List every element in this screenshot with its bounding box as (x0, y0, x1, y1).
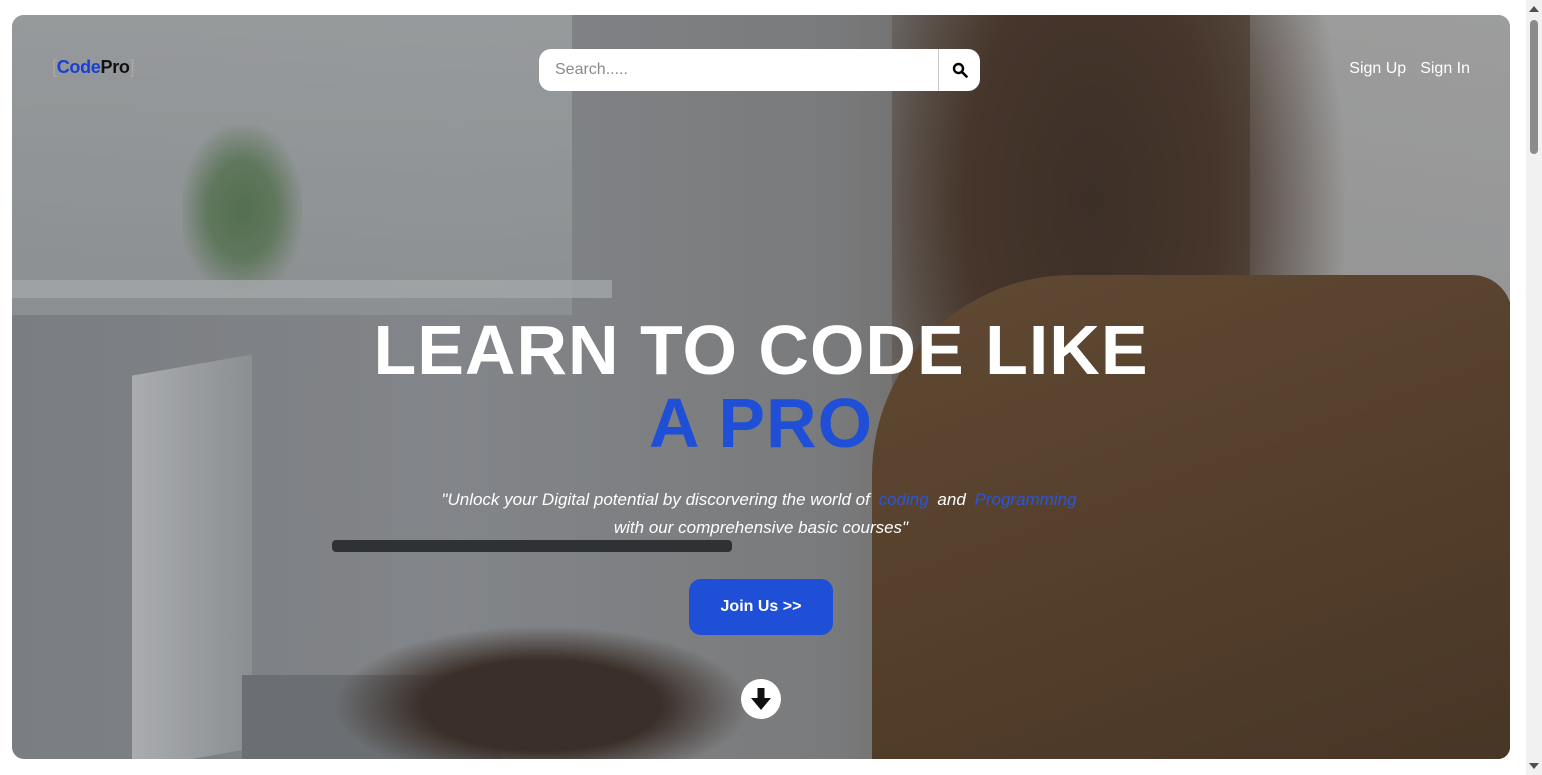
tagline-and: and (937, 490, 966, 509)
tagline: "Unlock your Digital potential by discor… (12, 486, 1510, 542)
search-input[interactable] (539, 49, 938, 91)
search-button[interactable] (939, 49, 980, 91)
scroll-down-button[interactable] (741, 679, 781, 719)
tagline-highlight-coding: coding (878, 490, 929, 509)
scroll-up-arrow-icon[interactable] (1529, 6, 1539, 12)
hero-section: [CodePro] Sign Up Sign In LEARN TO CODE … (12, 15, 1510, 759)
tagline-line-2: with our comprehensive basic courses" (613, 518, 909, 537)
tagline-highlight-programming: Programming (974, 490, 1077, 509)
scroll-down-arrow-icon[interactable] (1529, 763, 1539, 769)
headline-line-2: A PRO (648, 384, 874, 462)
page-scrollbar[interactable] (1526, 0, 1542, 775)
arrow-down-circle-icon (742, 680, 780, 718)
logo-code: Code (56, 57, 101, 77)
tagline-text-1: "Unlock your Digital potential by discor… (441, 490, 870, 509)
logo-bracket-close: ] (129, 57, 135, 77)
search-bar (539, 49, 980, 91)
sign-in-link[interactable]: Sign In (1420, 60, 1470, 78)
join-us-button[interactable]: Join Us >> (689, 579, 833, 635)
brand-logo[interactable]: [CodePro] (52, 57, 135, 78)
top-nav: Sign Up Sign In (1349, 60, 1470, 78)
search-icon (952, 62, 968, 78)
scrollbar-thumb[interactable] (1530, 20, 1538, 154)
tagline-line-1: "Unlock your Digital potential by discor… (12, 486, 1510, 514)
logo-pro: Pro (100, 57, 130, 77)
sign-up-link[interactable]: Sign Up (1349, 60, 1406, 78)
